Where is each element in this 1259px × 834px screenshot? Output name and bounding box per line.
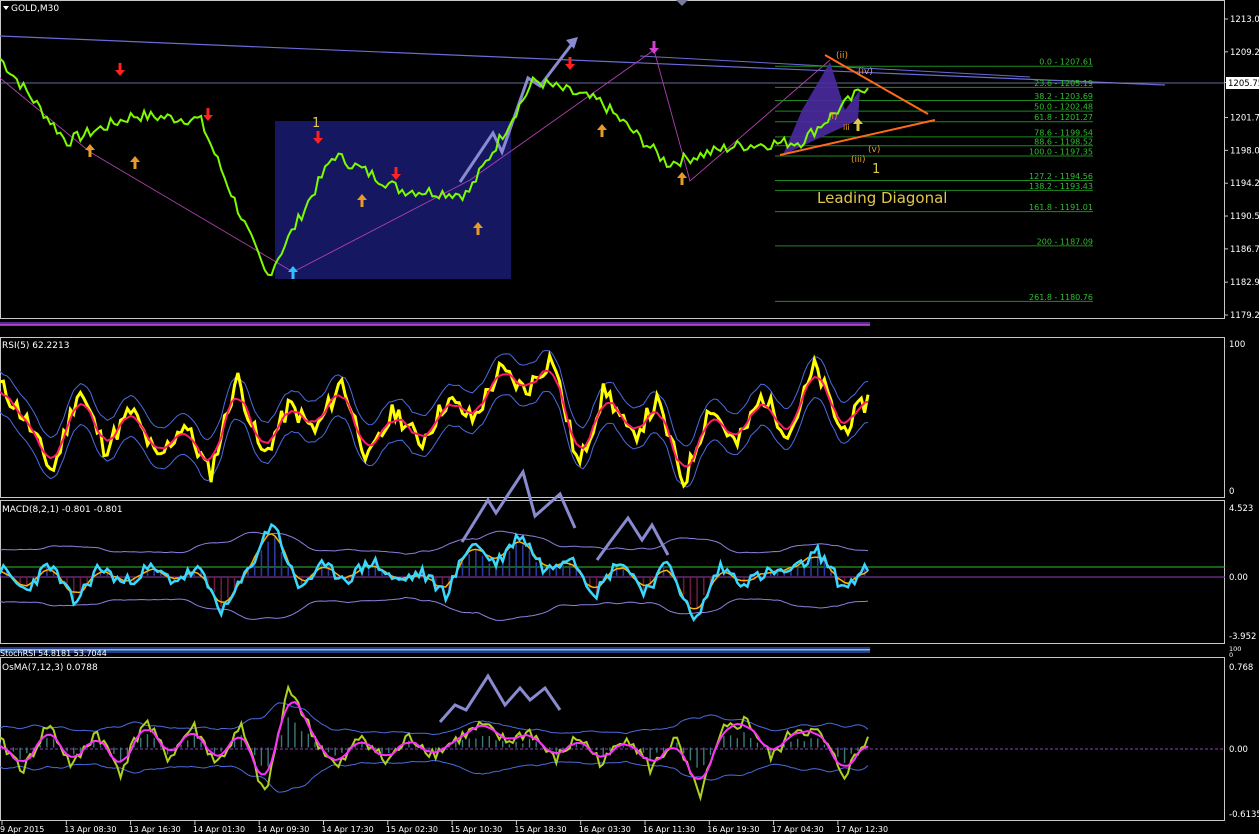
time-axis: 9 Apr 2015 13 Apr 08:30 13 Apr 16:30 14 Apr… xyxy=(0,821,888,834)
macd-title: MACD(8,2,1) -0.801 -0.801 xyxy=(2,505,123,515)
fib-level-label: 78.6 - 1199.54 xyxy=(1034,128,1093,137)
price-tick-label: 1198.00 xyxy=(1230,146,1259,156)
wave-label-left-one: 1 xyxy=(312,116,320,131)
rsi-tick-0: 0 xyxy=(1229,487,1234,497)
time-tick-label: 14 Apr 17:30 xyxy=(322,825,374,834)
time-tick-label: 17 Apr 04:30 xyxy=(772,825,824,834)
rsi-panel-frame xyxy=(0,337,1225,498)
indicator-strip-top-fill xyxy=(0,324,870,326)
dropdown-icon[interactable] xyxy=(3,6,9,10)
fib-level-label: 0.0 - 1207.61 xyxy=(1039,58,1093,67)
wave-label-iii-small: iii xyxy=(843,123,850,132)
sell-arrow-icon xyxy=(565,57,575,70)
sell-arrow-icon xyxy=(115,63,125,76)
time-tick-label: 15 Apr 10:30 xyxy=(450,825,502,834)
fib-level-label: 200 - 1187.09 xyxy=(1037,237,1093,246)
price-tick-label: 1190.50 xyxy=(1230,212,1259,222)
consolidation-zone xyxy=(275,121,511,279)
price-tick-label: 1186.75 xyxy=(1230,245,1259,255)
fib-level-label: 50.0 - 1202.48 xyxy=(1034,103,1093,112)
fib-level-label: 88.6 - 1198.52 xyxy=(1034,137,1093,146)
wave-label-right-one: 1 xyxy=(872,162,880,177)
fib-level-label: 23.6 - 1205.19 xyxy=(1034,79,1093,88)
buy-arrow-icon xyxy=(85,144,95,157)
time-tick-label: 15 Apr 18:30 xyxy=(514,825,566,834)
osma-tick-zero: 0.00 xyxy=(1229,745,1248,755)
pattern-label: Leading Diagonal xyxy=(817,189,947,207)
macd-tick-zero: 0.00 xyxy=(1229,573,1248,583)
wave-label-i: (i) xyxy=(828,112,838,122)
stoch-tick-0: 0 xyxy=(1229,651,1233,659)
fib-level-label: 61.8 - 1201.27 xyxy=(1034,113,1093,122)
time-tick-label: 9 Apr 2015 xyxy=(0,825,44,834)
wave-label-ii: (ii) xyxy=(836,51,848,61)
osma-panel: OsMA(7,12,3) 0.0788 0.768 0.00 -0.6135 xyxy=(0,663,1259,820)
main-panel-frame xyxy=(0,0,1225,319)
price-tick-label: 1182.95 xyxy=(1230,278,1259,288)
rsi-line xyxy=(0,350,870,489)
buy-arrow-icon xyxy=(597,124,607,137)
fib-level-label: 161.8 - 1191.01 xyxy=(1029,203,1093,212)
stoch-strip-fill xyxy=(0,649,870,651)
price-tick-label: 1209.25 xyxy=(1230,48,1259,58)
fib-level-label: 261.8 - 1180.76 xyxy=(1029,293,1093,302)
leading-diagonal-fill xyxy=(783,62,860,155)
fib-level-label: 138.2 - 1193.43 xyxy=(1029,182,1093,191)
symbol-title: GOLD,M30 xyxy=(11,4,59,14)
sell-arrow-icon xyxy=(203,108,213,121)
macd-histogram xyxy=(0,536,866,608)
buy-arrow-icon xyxy=(677,172,687,185)
wave-label-iv: (iv) xyxy=(858,67,873,77)
wave-label-v: (v) xyxy=(868,145,880,155)
rsi-panel: RSI(5) 62.2213 100 0 xyxy=(0,340,1245,497)
buy-arrow-icon xyxy=(130,156,140,169)
macd-tick-top: 4.523 xyxy=(1229,504,1253,514)
osma-divergence-arrow xyxy=(438,673,562,723)
macd-tick-bottom: -3.952 xyxy=(1229,632,1256,642)
stoch-title: StochRSI 54.8181 53.7044 xyxy=(0,649,107,658)
macd-divergence-arrow-2 xyxy=(595,515,670,561)
time-tick-label: 13 Apr 16:30 xyxy=(129,825,181,834)
price-tick-label: 1213.00 xyxy=(1230,15,1259,25)
price-tick-label: 1201.75 xyxy=(1230,114,1259,124)
period-separator-marker xyxy=(676,0,688,6)
osma-tick-bottom: -0.6135 xyxy=(1229,810,1259,820)
rsi-tick-100: 100 xyxy=(1229,340,1245,350)
fib-level-label: 127.2 - 1194.56 xyxy=(1029,172,1093,181)
osma-envelope-lower xyxy=(0,759,869,793)
time-tick-label: 15 Apr 02:30 xyxy=(386,825,438,834)
time-tick-label: 14 Apr 09:30 xyxy=(257,825,309,834)
time-tick-label: 16 Apr 11:30 xyxy=(643,825,695,834)
trading-chart[interactable]: 0.0 - 1207.61 23.6 - 1205.19 38.2 - 1203.6… xyxy=(0,0,1259,834)
current-price-label: 1205.75 xyxy=(1228,79,1259,89)
macd-signal-line xyxy=(0,533,869,610)
macd-line xyxy=(0,522,870,623)
time-tick-label: 16 Apr 03:30 xyxy=(579,825,631,834)
macd-divergence-arrow xyxy=(460,468,577,543)
osma-tick-top: 0.768 xyxy=(1229,663,1253,673)
trendline-upper xyxy=(0,35,1166,86)
fib-level-label: 38.2 - 1203.69 xyxy=(1034,92,1093,101)
price-axis: 1213.00 1209.25 1205.75 1201.75 1198.00 1194.… xyxy=(1224,15,1259,321)
time-tick-label: 17 Apr 12:30 xyxy=(836,825,888,834)
price-tick-label: 1194.25 xyxy=(1230,179,1259,189)
macd-envelope-lower xyxy=(0,596,869,621)
fib-level-label: 100.0 - 1197.35 xyxy=(1029,148,1093,157)
time-tick-label: 14 Apr 01:30 xyxy=(193,825,245,834)
wave-label-iii: (iii) xyxy=(851,155,866,165)
rsi-title: RSI(5) 62.2213 xyxy=(2,341,69,351)
main-panel: 0.0 - 1207.61 23.6 - 1205.19 38.2 - 1203.6… xyxy=(0,0,1225,302)
rsi-signal-line xyxy=(0,369,869,468)
time-tick-label: 16 Apr 19:30 xyxy=(707,825,759,834)
time-tick-label: 13 Apr 08:30 xyxy=(64,825,116,834)
macd-envelope-upper xyxy=(0,530,869,555)
price-tick-label: 1179.20 xyxy=(1230,311,1259,321)
osma-title: OsMA(7,12,3) 0.0788 xyxy=(2,663,98,673)
